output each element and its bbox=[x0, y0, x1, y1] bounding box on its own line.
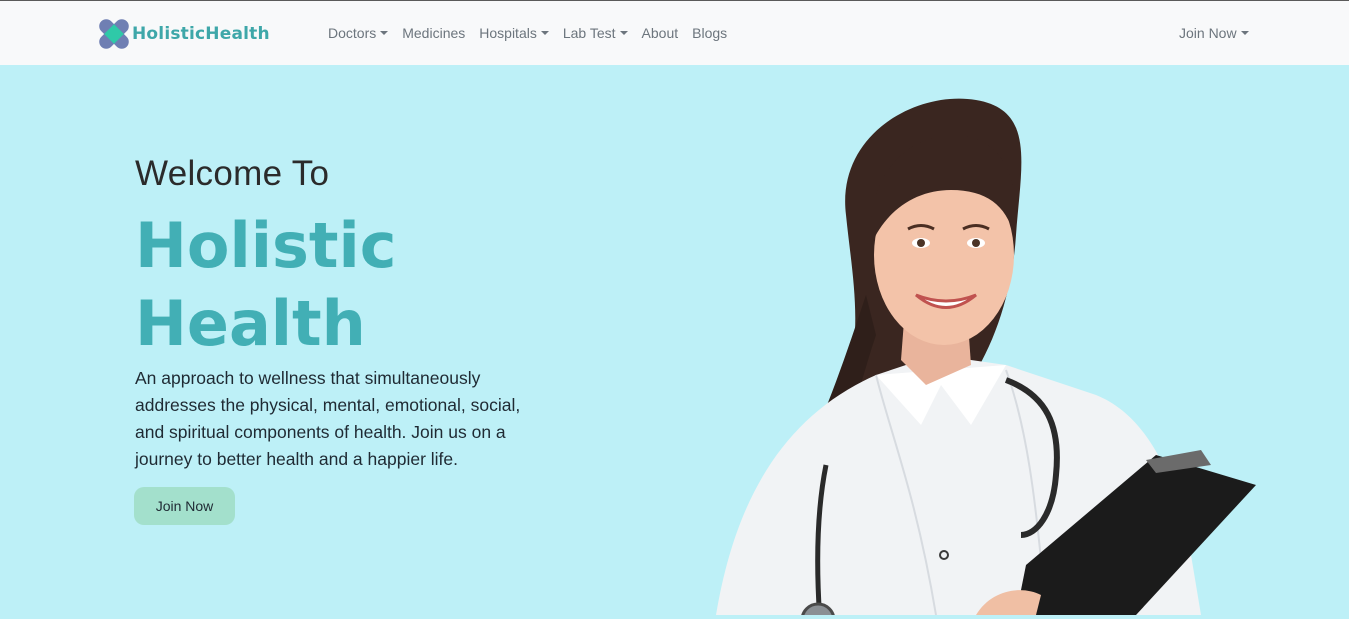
nav-item-lab-test[interactable]: Lab Test bbox=[563, 25, 628, 41]
nav-item-label: Blogs bbox=[692, 25, 728, 41]
brand-link[interactable]: HolisticHealth bbox=[94, 15, 270, 53]
navbar: HolisticHealth Doctors Medicines Hospita… bbox=[0, 1, 1349, 65]
hero-title: Holistic Health bbox=[135, 207, 397, 363]
hero-title-line-1: Holistic bbox=[135, 209, 397, 282]
hero-section: Welcome To Holistic Health An approach t… bbox=[0, 65, 1349, 619]
caret-down-icon bbox=[1240, 31, 1249, 35]
nav-item-label: Medicines bbox=[402, 25, 466, 41]
nav-item-hospitals[interactable]: Hospitals bbox=[479, 25, 549, 41]
nav-item-label: About bbox=[641, 25, 679, 41]
caret-down-icon bbox=[540, 31, 549, 35]
nav-item-blogs[interactable]: Blogs bbox=[692, 25, 727, 41]
main-nav: Doctors Medicines Hospitals Lab Test Abo… bbox=[328, 25, 741, 41]
nav-item-label: Lab Test bbox=[562, 25, 616, 41]
hero-description: An approach to wellness that simultaneou… bbox=[135, 368, 521, 469]
hero-welcome: Welcome To bbox=[135, 154, 330, 193]
nav-item-label: Hospitals bbox=[479, 25, 537, 41]
doctor-image bbox=[676, 95, 1266, 619]
cross-logo-icon bbox=[94, 14, 134, 54]
join-now-button[interactable]: Join Now bbox=[134, 487, 235, 525]
nav-item-doctors[interactable]: Doctors bbox=[328, 25, 389, 41]
brand-name: HolisticHealth bbox=[132, 24, 270, 44]
nav-item-medicines[interactable]: Medicines bbox=[402, 25, 465, 41]
join-now-label: Join Now bbox=[1179, 25, 1237, 41]
hero-title-line-2: Health bbox=[135, 287, 366, 360]
caret-down-icon bbox=[619, 31, 628, 35]
nav-item-about[interactable]: About bbox=[642, 25, 679, 41]
join-now-dropdown[interactable]: Join Now bbox=[1179, 25, 1249, 41]
caret-down-icon bbox=[380, 31, 389, 35]
nav-item-label: Doctors bbox=[328, 25, 377, 41]
